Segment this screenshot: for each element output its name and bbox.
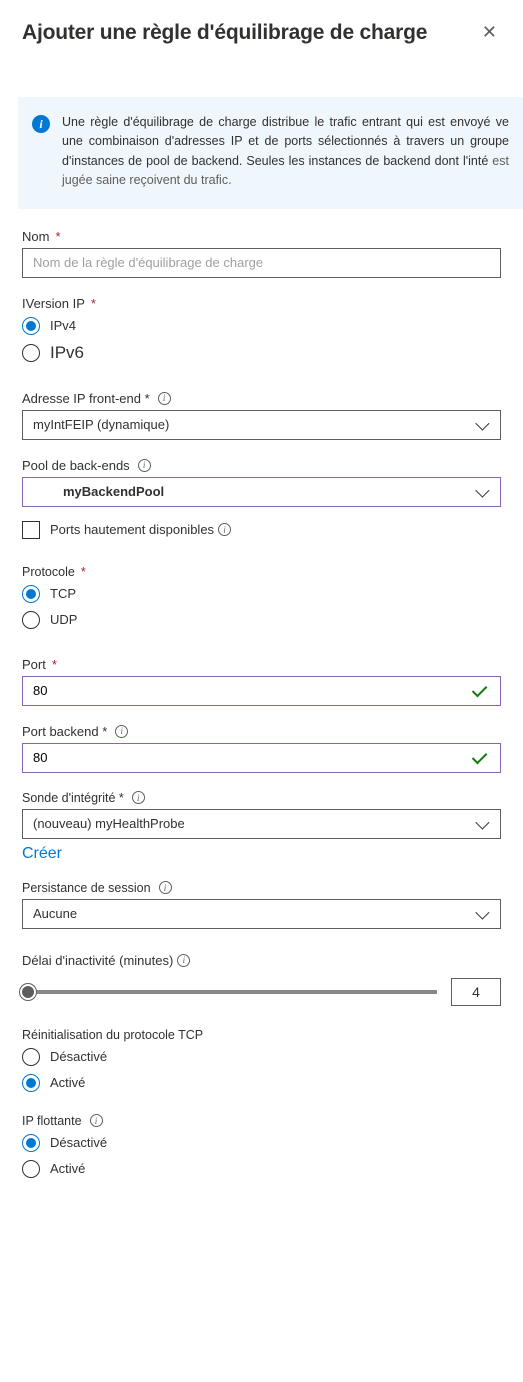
radio-label: Activé <box>50 1161 85 1176</box>
session-persistence-select[interactable]: Aucune <box>22 899 501 929</box>
radio-label: UDP <box>50 612 77 627</box>
port-input-wrap <box>22 676 501 706</box>
checkbox-label: Ports hautement disponibles <box>50 522 214 537</box>
select-value: myBackendPool <box>63 484 164 499</box>
radio-label: Désactivé <box>50 1049 107 1064</box>
close-icon[interactable]: ✕ <box>478 18 501 47</box>
info-outline-icon[interactable]: i <box>159 881 172 894</box>
chevron-down-icon <box>475 815 489 829</box>
backend-port-input-wrap <box>22 743 501 773</box>
checkmark-icon <box>472 681 488 697</box>
port-label: Port* <box>22 657 501 672</box>
radio-icon <box>22 1134 40 1152</box>
chevron-down-icon <box>475 416 489 430</box>
backend-pool-select[interactable]: myBackendPool <box>22 477 501 507</box>
radio-floatip-disabled[interactable]: Désactivé <box>22 1134 501 1152</box>
info-outline-icon[interactable]: i <box>90 1114 103 1127</box>
radio-tcpreset-enabled[interactable]: Activé <box>22 1074 501 1092</box>
info-line2: une combinaison d'adresses IP et de port… <box>62 134 509 167</box>
frontend-ip-select[interactable]: myIntFEIP (dynamique) <box>22 410 501 440</box>
radio-udp[interactable]: UDP <box>22 611 501 629</box>
chevron-down-icon <box>475 905 489 919</box>
radio-icon <box>22 1048 40 1066</box>
radio-floatip-enabled[interactable]: Activé <box>22 1160 501 1178</box>
radio-label: TCP <box>50 586 76 601</box>
idle-timeout-value[interactable]: 4 <box>451 978 501 1006</box>
radio-icon <box>22 344 40 362</box>
name-label: Nom* <box>22 229 501 244</box>
radio-icon <box>22 1074 40 1092</box>
ha-ports-checkbox[interactable]: Ports hautement disponibles i <box>22 521 501 539</box>
chevron-down-icon <box>475 483 489 497</box>
radio-icon <box>22 1160 40 1178</box>
idle-timeout-label: Délai d'inactivité (minutes) i <box>22 953 501 968</box>
radio-tcpreset-disabled[interactable]: Désactivé <box>22 1048 501 1066</box>
tcp-reset-label: Réinitialisation du protocole TCP <box>22 1028 501 1042</box>
floating-ip-label: IP flottante i <box>22 1114 501 1128</box>
select-value: myIntFEIP (dynamique) <box>33 417 169 432</box>
select-value: Aucune <box>33 906 77 921</box>
radio-tcp[interactable]: TCP <box>22 585 501 603</box>
session-persistence-label: Persistance de session i <box>22 881 501 895</box>
info-text: Une règle d'équilibrage de charge distri… <box>62 113 509 191</box>
info-outline-icon[interactable]: i <box>132 791 145 804</box>
protocol-label: Protocole* <box>22 565 501 579</box>
checkmark-icon <box>472 748 488 764</box>
backend-port-input[interactable] <box>33 750 474 765</box>
info-outline-icon[interactable]: i <box>158 392 171 405</box>
radio-icon <box>22 611 40 629</box>
name-input[interactable] <box>22 248 501 278</box>
create-probe-link[interactable]: Créer <box>22 845 62 863</box>
info-outline-icon[interactable]: i <box>218 523 231 536</box>
page-title: Ajouter une règle d'équilibrage de charg… <box>22 21 427 45</box>
frontend-ip-label: Adresse IP front-end * i <box>22 391 501 406</box>
radio-label: Activé <box>50 1075 85 1090</box>
slider-thumb[interactable] <box>20 984 36 1000</box>
info-icon: i <box>32 115 50 133</box>
select-value: (nouveau) myHealthProbe <box>33 816 185 831</box>
info-banner: i Une règle d'équilibrage de charge dist… <box>18 97 523 209</box>
info-outline-icon[interactable]: i <box>138 459 151 472</box>
radio-icon <box>22 585 40 603</box>
radio-label: Désactivé <box>50 1135 107 1150</box>
checkbox-icon <box>22 521 40 539</box>
health-probe-label: Sonde d'intégrité * i <box>22 791 501 805</box>
idle-timeout-slider[interactable] <box>22 990 437 994</box>
info-outline-icon[interactable]: i <box>177 954 190 967</box>
radio-ipv6[interactable]: IPv6 <box>22 343 501 363</box>
radio-ipv4[interactable]: IPv4 <box>22 317 501 335</box>
backend-pool-label: Pool de back-ends i <box>22 458 501 473</box>
backend-port-label: Port backend * i <box>22 724 501 739</box>
radio-label: IPv6 <box>50 343 84 363</box>
port-input[interactable] <box>33 683 474 698</box>
ip-version-label: IVersion IP* <box>22 296 501 311</box>
info-line1: Une règle d'équilibrage de charge distri… <box>62 115 509 129</box>
radio-icon <box>22 317 40 335</box>
radio-label: IPv4 <box>50 318 76 333</box>
health-probe-select[interactable]: (nouveau) myHealthProbe <box>22 809 501 839</box>
info-outline-icon[interactable]: i <box>115 725 128 738</box>
